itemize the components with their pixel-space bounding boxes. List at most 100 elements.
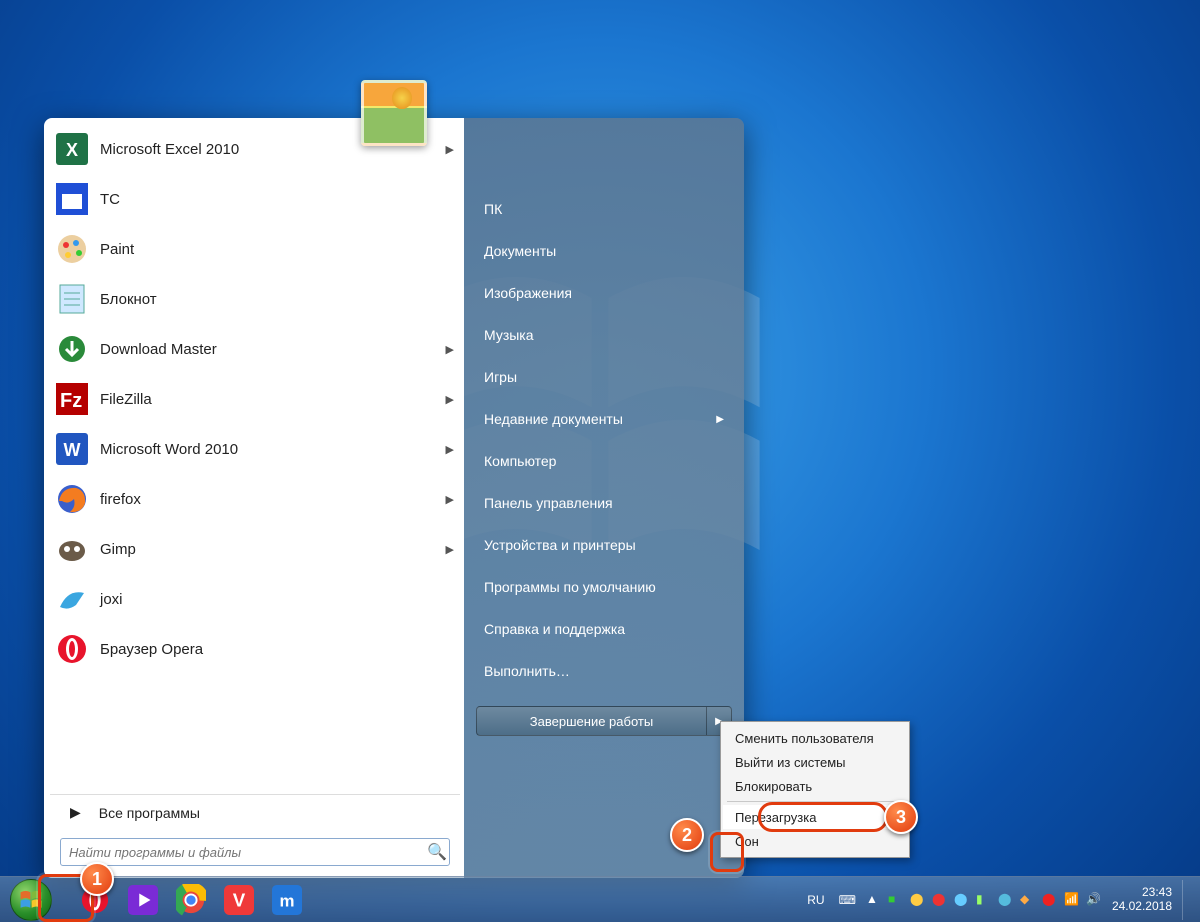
tray-icon[interactable]: ⬤ xyxy=(998,892,1014,908)
all-programs-label: Все программы xyxy=(99,805,200,821)
program-item[interactable]: W Microsoft Word 2010 ▶ xyxy=(50,424,460,474)
start-menu-left-pane: XMicrosoft Excel 2010▶TCPaintБлокнотDown… xyxy=(44,118,464,878)
right-pane-item[interactable]: Игры xyxy=(476,356,732,398)
excel-icon: X xyxy=(52,129,92,169)
network-icon[interactable]: ▮ xyxy=(976,892,992,908)
chevron-right-icon: ▶ xyxy=(716,414,724,425)
clock-time: 23:43 xyxy=(1112,886,1172,900)
shutdown-label: Завершение работы xyxy=(530,714,653,729)
right-pane-item[interactable]: Программы по умолчанию xyxy=(476,566,732,608)
chevron-right-icon: ▶ xyxy=(70,804,81,821)
annotation-marker-2: 2 xyxy=(670,818,704,852)
tray-icon[interactable]: ◆ xyxy=(1020,892,1036,908)
program-label: Microsoft Word 2010 xyxy=(100,441,238,458)
show-desktop-button[interactable] xyxy=(1182,880,1192,920)
language-indicator[interactable]: RU xyxy=(803,893,828,907)
tray-icon[interactable]: ⬤ xyxy=(910,892,926,908)
tray-icon[interactable]: ⬤ xyxy=(954,892,970,908)
taskbar-pin-chrome[interactable] xyxy=(176,885,206,915)
program-label: FileZilla xyxy=(100,391,152,408)
right-pane-item[interactable]: Выполнить… xyxy=(476,650,732,692)
tray-icon[interactable]: ▲ xyxy=(866,892,882,908)
chevron-right-icon: ▶ xyxy=(446,443,454,456)
right-item-label: Компьютер xyxy=(484,453,556,469)
clock[interactable]: 23:43 24.02.2018 xyxy=(1112,886,1172,914)
chevron-right-icon: ▶ xyxy=(446,493,454,506)
flyout-item[interactable]: Сменить пользователя xyxy=(723,726,907,750)
tray-icon[interactable]: ⬤ xyxy=(932,892,948,908)
right-pane-item[interactable]: Компьютер xyxy=(476,440,732,482)
program-label: firefox xyxy=(100,491,141,508)
program-item[interactable]: Fz FileZilla ▶ xyxy=(50,374,460,424)
dm-icon xyxy=(52,329,92,369)
system-tray: RU ⌨ ▲ ■ ⬤ ⬤ ⬤ ▮ ⬤ ◆ ⬤ 📶 🔊 23:43 24.02.2… xyxy=(803,880,1200,920)
keyboard-icon[interactable]: ⌨ xyxy=(839,893,856,907)
right-pane-item[interactable]: ПК xyxy=(476,188,732,230)
program-item[interactable]: X Microsoft Excel 2010 ▶ xyxy=(50,124,460,174)
program-item[interactable]: Блокнот xyxy=(50,274,460,324)
svg-text:Fz: Fz xyxy=(60,390,82,412)
word-icon: W xyxy=(52,429,92,469)
right-item-label: Программы по умолчанию xyxy=(484,579,656,595)
svg-text:V: V xyxy=(233,889,246,910)
flyout-item[interactable]: Выйти из системы xyxy=(723,750,907,774)
search-input[interactable] xyxy=(61,845,425,860)
right-pane-item[interactable]: Устройства и принтеры xyxy=(476,524,732,566)
program-item[interactable]: firefox ▶ xyxy=(50,474,460,524)
right-pane-item[interactable]: Музыка xyxy=(476,314,732,356)
taskbar-pin-vivaldi[interactable]: V xyxy=(224,885,254,915)
right-pane-item[interactable]: Недавние документы ▶ xyxy=(476,398,732,440)
taskbar: Vm RU ⌨ ▲ ■ ⬤ ⬤ ⬤ ▮ ⬤ ◆ ⬤ 📶 🔊 23:43 24.0… xyxy=(0,876,1200,922)
annotation-marker-1: 1 xyxy=(80,862,114,896)
shutdown-button[interactable]: Завершение работы xyxy=(476,706,706,736)
opera-icon xyxy=(52,629,92,669)
tray-icon[interactable]: ⬤ xyxy=(1042,892,1058,908)
taskbar-pin-maxthon[interactable]: m xyxy=(272,885,302,915)
right-item-label: Выполнить… xyxy=(484,663,570,679)
desktop: XMicrosoft Excel 2010▶TCPaintБлокнотDown… xyxy=(0,0,1200,922)
program-item[interactable]: joxi xyxy=(50,574,460,624)
right-pane-item[interactable]: Панель управления xyxy=(476,482,732,524)
clock-date: 24.02.2018 xyxy=(1112,900,1172,914)
all-programs[interactable]: ▶ Все программы xyxy=(50,794,460,830)
program-item[interactable]: Gimp▶ xyxy=(50,524,460,574)
right-item-label: Изображения xyxy=(484,285,572,301)
right-item-label: Игры xyxy=(484,369,517,385)
network-icon[interactable]: 📶 xyxy=(1064,892,1080,908)
program-label: Download Master xyxy=(100,341,217,358)
notepad-icon xyxy=(52,279,92,319)
flyout-item[interactable]: Блокировать xyxy=(723,774,907,798)
program-item[interactable]: Браузер Opera xyxy=(50,624,460,674)
program-item[interactable]: Download Master▶ xyxy=(50,324,460,374)
search-icon[interactable]: 🔍 xyxy=(425,842,449,862)
tray-icon[interactable]: ■ xyxy=(888,892,904,908)
program-label: joxi xyxy=(100,591,123,608)
paint-icon xyxy=(52,229,92,269)
right-pane-item[interactable]: Документы xyxy=(476,230,732,272)
program-label: Microsoft Excel 2010 xyxy=(100,141,239,158)
volume-icon[interactable]: 🔊 xyxy=(1086,892,1102,908)
gimp-icon xyxy=(52,529,92,569)
shutdown-flyout: Сменить пользователяВыйти из системыБлок… xyxy=(720,721,910,858)
right-pane-item[interactable]: Изображения xyxy=(476,272,732,314)
annotation-ring-2 xyxy=(710,832,744,872)
chevron-right-icon: ▶ xyxy=(446,143,454,156)
program-item[interactable]: TC xyxy=(50,174,460,224)
program-label: Gimp xyxy=(100,541,136,558)
search-box[interactable]: 🔍 xyxy=(60,838,450,866)
right-item-label: Панель управления xyxy=(484,495,613,511)
svg-text:W: W xyxy=(64,440,81,460)
chevron-right-icon: ▶ xyxy=(446,393,454,406)
flyout-item[interactable]: Сон xyxy=(723,829,907,853)
right-pane-item[interactable]: Справка и поддержка xyxy=(476,608,732,650)
right-item-label: Справка и поддержка xyxy=(484,621,625,637)
program-label: Paint xyxy=(100,241,134,258)
svg-text:X: X xyxy=(66,140,78,160)
program-item[interactable]: Paint xyxy=(50,224,460,274)
annotation-ring-3 xyxy=(758,802,888,832)
right-item-label: Недавние документы xyxy=(484,411,623,427)
firefox-icon xyxy=(52,479,92,519)
start-menu: XMicrosoft Excel 2010▶TCPaintБлокнотDown… xyxy=(44,118,744,878)
right-item-label: Музыка xyxy=(484,327,534,343)
taskbar-pin-play[interactable] xyxy=(128,885,158,915)
